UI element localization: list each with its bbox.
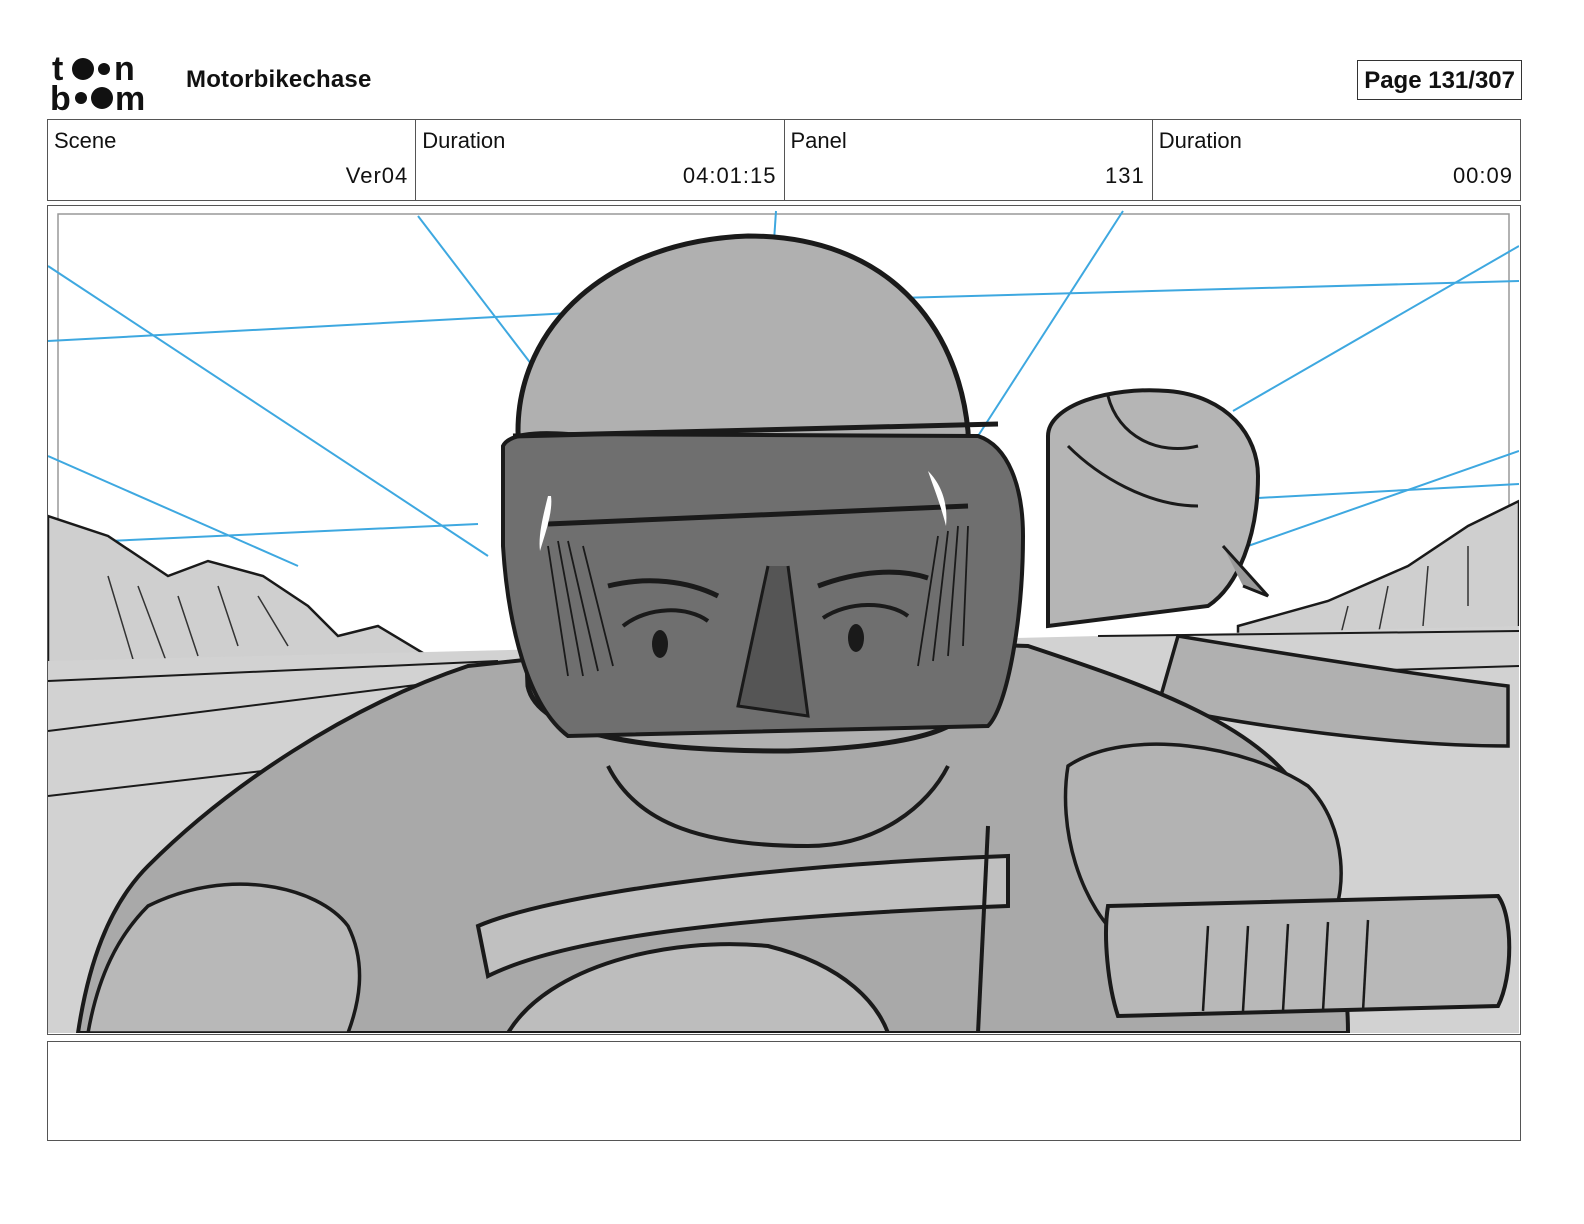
scene-cell: Scene Ver04	[48, 120, 417, 200]
panel-value: 131	[1105, 163, 1145, 188]
svg-text:b: b	[50, 80, 71, 114]
page-number: Page 131/307	[1357, 60, 1522, 100]
panel-duration-value: 00:09	[1452, 163, 1513, 188]
project-title: Motorbikechase	[186, 66, 372, 93]
scene-value: Ver04	[345, 163, 409, 188]
helmet	[501, 233, 1026, 754]
storyboard-page: t n b m Motorbikechase Page 131/307 Scen…	[0, 0, 1584, 1224]
scene-duration-label: Duration	[422, 128, 506, 153]
panel-label: Panel	[790, 128, 847, 153]
toon-boom-logo: t n b m	[50, 50, 166, 118]
scene-label: Scene	[54, 128, 117, 153]
panel-info-table: Scene Ver04 Duration 04:01:15 Panel 131 …	[47, 119, 1521, 201]
panel-duration-cell: Duration 00:09	[1153, 120, 1520, 200]
panel-cell: Panel 131	[785, 120, 1153, 200]
panel-duration-label: Duration	[1158, 128, 1242, 153]
scene-duration-value: 04:01:15	[682, 163, 777, 188]
panel-notes-box[interactable]	[47, 1041, 1521, 1141]
storyboard-sketch	[48, 210, 1519, 1033]
svg-text:m: m	[115, 80, 145, 114]
panel-image-frame	[47, 205, 1521, 1035]
scene-duration-cell: Duration 04:01:15	[416, 120, 785, 200]
